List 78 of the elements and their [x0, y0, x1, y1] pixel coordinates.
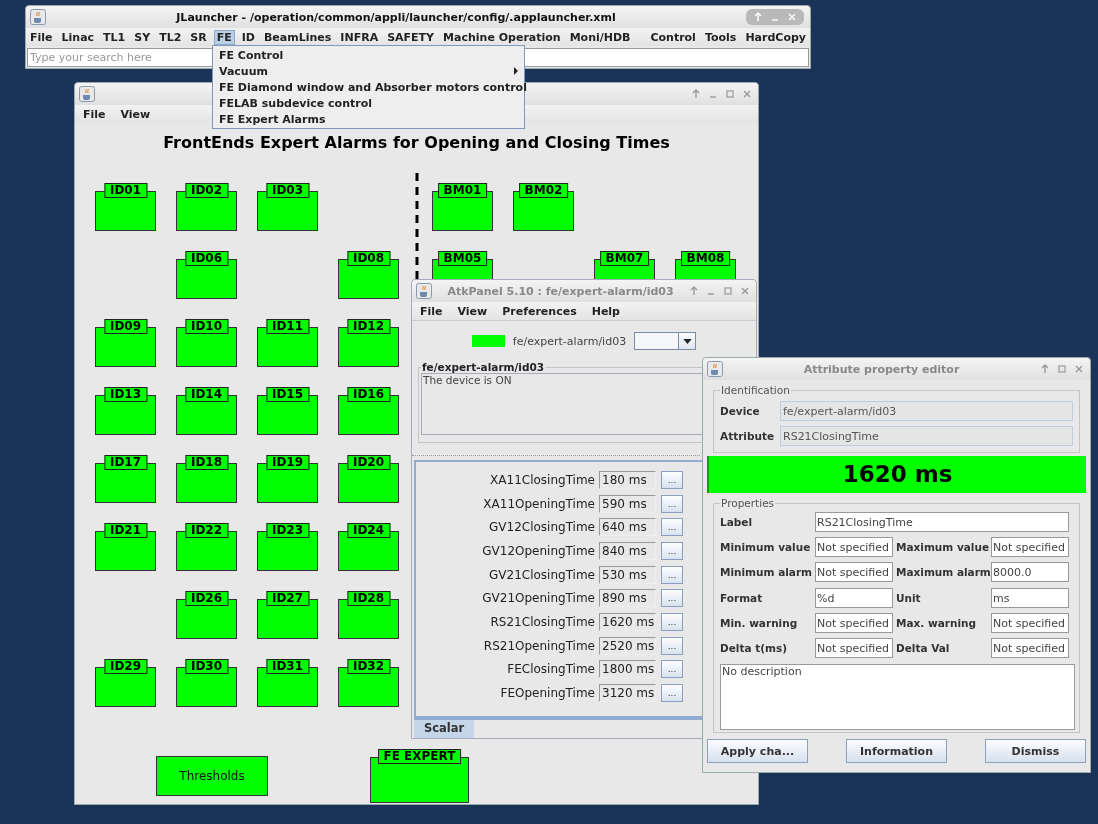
field-label: Delta t(ms) — [720, 642, 788, 655]
attribute-label: GV21ClosingTime — [489, 567, 595, 582]
alarm-tag: ID20 — [346, 455, 391, 470]
field-label: Minimum value — [720, 540, 812, 553]
field-label: Maximum value — [896, 540, 991, 553]
alarm-tag: ID32 — [346, 659, 391, 674]
attribute-label: RS21OpeningTime — [483, 638, 595, 653]
attribute-value: 180 ms — [599, 470, 656, 489]
alarm-tag: ID29 — [103, 659, 148, 674]
alarm-tag: ID10 — [184, 319, 229, 334]
field-label: Maximum alarm — [896, 566, 991, 579]
attribute-label: GV21OpeningTime — [482, 591, 595, 606]
attribute-value: 840 ms — [599, 541, 656, 560]
alarm-tag: ID01 — [103, 183, 148, 198]
value-display: 1620 ms — [707, 456, 1086, 493]
alarm-tag: ID02 — [184, 183, 229, 198]
alarm-tag: ID27 — [265, 591, 310, 606]
attribute-value: 590 ms — [599, 494, 656, 513]
menu-item-label: FELAB subdevice control — [219, 96, 373, 110]
alarm-tag: ID14 — [184, 387, 229, 402]
alarm-tag: BM08 — [680, 251, 731, 266]
alarm-tag: ID22 — [184, 523, 229, 538]
alarm-tag: ID03 — [265, 183, 310, 198]
attribute-value: 640 ms — [599, 518, 656, 537]
alarm-tag: ID19 — [265, 455, 310, 470]
alarm-tag: ID30 — [184, 659, 229, 674]
attribute-value: 530 ms — [599, 565, 656, 584]
alarm-tag: ID08 — [346, 251, 391, 266]
alarm-tag: ID16 — [346, 387, 391, 402]
alarm-tag: ID21 — [103, 523, 148, 538]
device-name: fe/expert-alarm/id03 — [512, 334, 627, 348]
alarm-tag: ID28 — [346, 591, 391, 606]
alarm-tag: ID06 — [184, 251, 229, 266]
field-label: Label — [720, 515, 753, 528]
menu-item-label: Vacuum — [219, 64, 268, 78]
window-title: Attribute property editor — [802, 362, 961, 376]
attribute-value: 890 ms — [599, 589, 656, 608]
field-label: Minimum alarm — [720, 566, 814, 579]
window-title: JLauncher - /operation/common/appli/launcher/config/.applauncher.xml — [174, 10, 617, 24]
alarm-tag: ID13 — [103, 387, 148, 402]
alarm-tag: ID26 — [184, 591, 229, 606]
alarm-tag: BM01 — [437, 183, 488, 198]
read-only-field: RS21ClosingTime — [780, 425, 1073, 446]
alarm-tag: ID12 — [346, 319, 391, 334]
attribute-value: 1800 ms — [599, 660, 656, 679]
attribute-label: XA11ClosingTime — [490, 472, 595, 487]
menu-item-label: FE Expert Alarms — [219, 112, 326, 126]
field-label: Min. warning — [720, 616, 799, 629]
alarm-tag: ID18 — [184, 455, 229, 470]
alarm-tag: ID24 — [346, 523, 391, 538]
attribute-value: 2520 ms — [599, 636, 656, 655]
alarm-tag: FE EXPERT — [377, 749, 462, 764]
attribute-label: XA11OpeningTime — [483, 496, 595, 511]
field-label: Max. warning — [896, 616, 977, 629]
attribute-value: 3120 ms — [599, 684, 656, 703]
attribute-label: FEOpeningTime — [500, 686, 595, 701]
attribute-label: FEClosingTime — [507, 662, 595, 677]
field-label: Unit — [896, 591, 922, 604]
read-only-field: fe/expert-alarm/id03 — [780, 400, 1073, 421]
alarm-tag: ID09 — [103, 319, 148, 334]
alarm-tag: ID11 — [265, 319, 310, 334]
alarm-tag: ID31 — [265, 659, 310, 674]
attribute-label: GV12OpeningTime — [482, 543, 595, 558]
group-title: Properties — [720, 497, 776, 509]
group-title: fe/expert-alarm/id03 — [421, 361, 546, 373]
alarm-tag: ID23 — [265, 523, 310, 538]
field-label: Format — [720, 591, 764, 604]
alarm-tag: BM07 — [599, 251, 650, 266]
alarm-tag: ID15 — [265, 387, 310, 402]
attribute-label: GV12ClosingTime — [489, 520, 595, 535]
attribute-value: 1620 ms — [599, 612, 656, 631]
menu-item-label: FE Control — [219, 48, 284, 62]
field-label: Delta Val — [896, 642, 951, 655]
panel-heading: FrontEnds Expert Alarms for Opening and Closing Times — [162, 133, 671, 152]
alarm-tag: BM05 — [437, 251, 488, 266]
alarm-tag: ID17 — [103, 455, 148, 470]
attribute-label: RS21ClosingTime — [490, 614, 595, 629]
alarm-tag: BM02 — [518, 183, 569, 198]
